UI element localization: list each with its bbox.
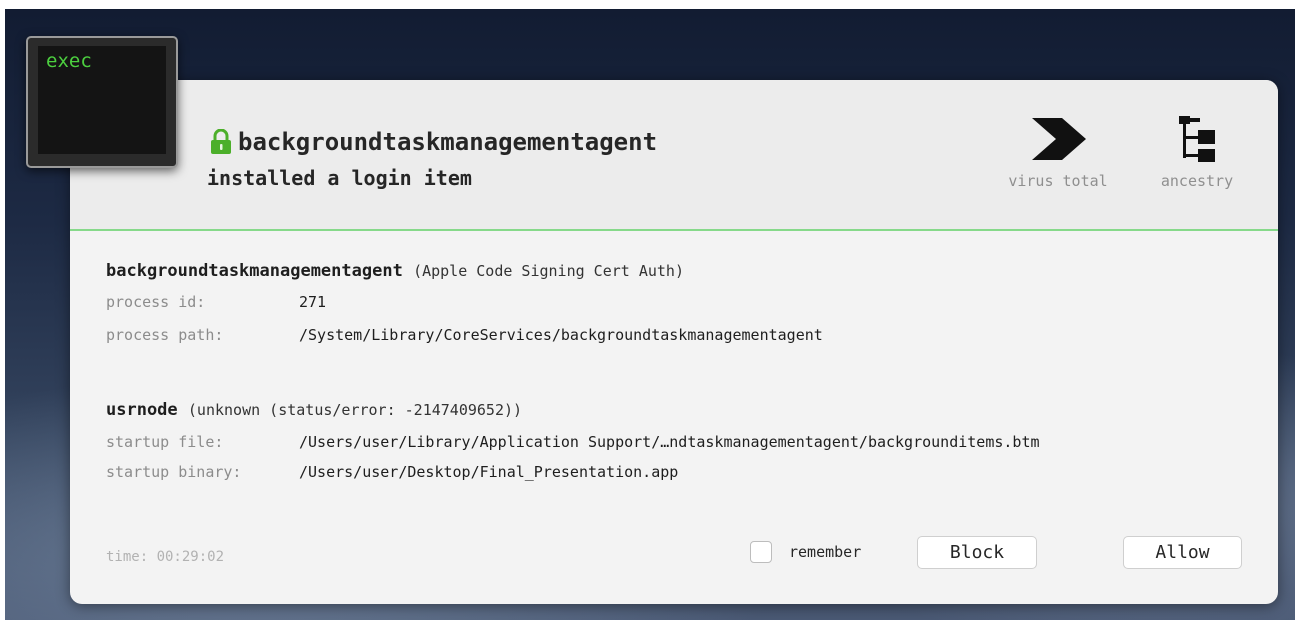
remember-checkbox-row[interactable]: remember — [750, 541, 861, 563]
alert-header: backgroundtaskmanagementagent installed … — [70, 80, 1278, 231]
virustotal-icon — [1032, 118, 1086, 160]
alert-window: backgroundtaskmanagementagent installed … — [70, 80, 1278, 604]
exec-icon-label: exec — [46, 50, 92, 72]
ancestry-button[interactable]: ancestry — [1147, 114, 1247, 190]
startup-binary-label: startup binary: — [106, 463, 242, 481]
terminal-app-icon: exec — [26, 36, 178, 168]
startup-binary-row: startup binary: /Users/user/Desktop/Final… — [106, 463, 678, 481]
lock-icon — [211, 129, 231, 154]
process-path-row: process path: /System/Library/CoreService… — [106, 326, 823, 344]
block-button[interactable]: Block — [917, 536, 1037, 569]
ancestry-label: ancestry — [1160, 172, 1234, 190]
alert-title: backgroundtaskmanagementagent — [238, 128, 658, 156]
process-id-value: 271 — [299, 293, 327, 311]
startup-file-row: startup file: /Users/user/Library/Applica… — [106, 433, 1040, 451]
process-path-label: process path: — [106, 326, 224, 344]
startup-file-value: /Users/user/Library/Application Support/… — [299, 433, 1040, 451]
remember-label: remember — [789, 543, 862, 561]
process-signer: (Apple Code Signing Cert Auth) — [413, 262, 684, 280]
alert-subtitle: installed a login item — [207, 166, 472, 190]
process-id-label: process id: — [106, 293, 206, 311]
remember-checkbox[interactable] — [750, 541, 772, 563]
startup-binary-value: /Users/user/Desktop/Final_Presentation.a… — [299, 463, 679, 481]
title-row: backgroundtaskmanagementagent — [210, 128, 657, 156]
virus-total-label: virus total — [1008, 172, 1108, 190]
item-heading: usrnode (unknown (status/error: -2147409… — [106, 400, 522, 420]
process-id-row: process id: 271 — [106, 293, 326, 311]
virus-total-button[interactable]: virus total — [994, 114, 1122, 190]
item-signer: (unknown (status/error: -2147409652)) — [187, 401, 523, 419]
allow-button[interactable]: Allow — [1123, 536, 1242, 569]
process-name: backgroundtaskmanagementagent — [106, 261, 403, 281]
alert-time: time: 00:29:02 — [106, 549, 225, 565]
item-name: usrnode — [106, 400, 178, 420]
process-path-value: /System/Library/CoreServices/backgroundt… — [299, 326, 823, 344]
ancestry-tree-icon — [1179, 116, 1215, 162]
process-heading: backgroundtaskmanagementagent (Apple Cod… — [106, 261, 684, 281]
startup-file-label: startup file: — [106, 433, 224, 451]
